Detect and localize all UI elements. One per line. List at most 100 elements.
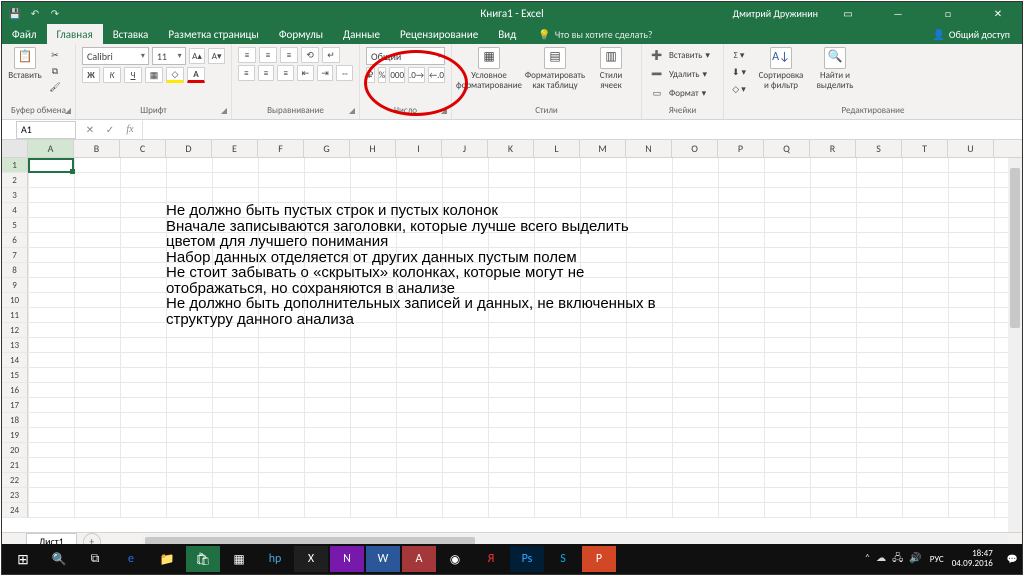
select-all-corner[interactable] [2,140,28,157]
column-header[interactable]: P [718,140,764,157]
ribbon-display-icon[interactable]: ▭ [828,2,868,24]
percent-format-icon[interactable]: % [378,67,387,83]
font-size-dropdown[interactable]: 11 [152,47,186,65]
align-bottom-icon[interactable]: ≡ [280,47,298,63]
wrap-text-icon[interactable]: ↵ [322,47,340,63]
tab-file[interactable]: Файл [2,24,47,44]
row-header[interactable]: 2 [2,173,28,188]
column-header[interactable]: F [258,140,304,157]
row-header[interactable]: 6 [2,233,28,248]
column-header[interactable]: L [534,140,580,157]
row-header[interactable]: 4 [2,203,28,218]
autosum-icon[interactable]: Σ ▾ [730,47,748,63]
paste-button[interactable]: 📋Вставить [8,47,42,81]
clear-icon[interactable]: ◇ ▾ [730,81,748,97]
formula-input[interactable] [142,121,1022,139]
user-name[interactable]: Дмитрий Дружинин [733,7,818,20]
comma-format-icon[interactable]: 000 [389,67,405,83]
italic-button[interactable]: К [103,67,121,83]
column-header[interactable]: B [74,140,120,157]
skype-icon[interactable]: S [546,546,580,572]
fill-icon[interactable]: ⬇ ▾ [730,64,748,80]
cell-styles-button[interactable]: ▥Стили ячеек [590,47,632,91]
fill-color-button[interactable]: ◇ [166,67,184,83]
maximize-button[interactable]: □ [928,2,968,24]
task-view-icon[interactable]: ⧉ [78,546,112,572]
column-header[interactable]: T [902,140,948,157]
row-header[interactable]: 12 [2,323,28,338]
increase-indent-icon[interactable]: ⇥ [317,65,334,81]
spreadsheet-grid[interactable]: ABCDEFGHIJKLMNOPQRSTU 123456789101112131… [2,140,1022,532]
increase-decimal-icon[interactable]: .0→ [408,67,425,83]
search-icon[interactable]: 🔍 [42,546,76,572]
conditional-formatting-button[interactable]: ▦Условное форматирование [458,47,520,91]
close-button[interactable]: ✕ [978,2,1018,24]
border-button[interactable]: ▦ [145,67,163,83]
row-header[interactable]: 24 [2,503,28,518]
tray-up-icon[interactable]: ˄ [865,551,870,568]
start-button[interactable]: ⊞ [6,546,40,572]
tab-page-layout[interactable]: Разметка страницы [158,24,269,44]
row-header[interactable]: 19 [2,428,28,443]
vertical-scrollbar[interactable] [1008,158,1022,532]
align-top-icon[interactable]: ≡ [238,47,256,63]
row-header[interactable]: 14 [2,353,28,368]
underline-button[interactable]: Ч [124,67,142,83]
tab-formulas[interactable]: Формулы [269,24,333,44]
fx-icon[interactable]: fx [120,124,140,135]
row-header[interactable]: 15 [2,368,28,383]
edge-icon[interactable]: e [114,546,148,572]
row-header[interactable]: 13 [2,338,28,353]
tab-insert[interactable]: Вставка [103,24,159,44]
row-header[interactable]: 10 [2,293,28,308]
column-header[interactable]: K [488,140,534,157]
delete-cells-icon[interactable]: ➖ [648,66,666,82]
row-header[interactable]: 8 [2,263,28,278]
column-header[interactable]: I [396,140,442,157]
yandex-icon[interactable]: Я [474,546,508,572]
column-header[interactable]: N [626,140,672,157]
active-cell[interactable] [28,158,74,173]
row-header[interactable]: 9 [2,278,28,293]
column-header[interactable]: R [810,140,856,157]
insert-cells-label[interactable]: Вставить [669,50,702,61]
share-button[interactable]: 👤 Общий доступ [920,24,1022,44]
align-right-icon[interactable]: ≡ [277,65,294,81]
taskbar-clock[interactable]: 18:47 04.09.2016 [952,549,999,569]
column-header[interactable]: C [120,140,166,157]
align-center-icon[interactable]: ≡ [258,65,275,81]
font-name-dropdown[interactable]: Calibri [82,47,149,65]
column-header[interactable]: A [28,140,74,157]
insert-cells-icon[interactable]: ➕ [648,47,666,63]
excel-icon[interactable]: X [294,546,328,572]
delete-cells-label[interactable]: Удалить [669,69,699,80]
minimize-button[interactable]: — [878,2,918,24]
row-header[interactable]: 16 [2,383,28,398]
action-center-icon[interactable]: 💬 [1007,554,1018,565]
tab-data[interactable]: Данные [333,24,390,44]
row-header[interactable]: 21 [2,458,28,473]
decrease-indent-icon[interactable]: ⇤ [297,65,314,81]
onenote-icon[interactable]: N [330,546,364,572]
format-cells-icon[interactable]: ▭ [648,85,666,101]
align-middle-icon[interactable]: ≡ [259,47,277,63]
column-header[interactable]: S [856,140,902,157]
increase-font-icon[interactable]: A▴ [189,48,206,64]
row-header[interactable]: 22 [2,473,28,488]
name-box[interactable]: A1 [16,121,76,139]
format-cells-label[interactable]: Формат [669,88,699,99]
format-painter-icon[interactable]: 🖌 [46,79,64,95]
onedrive-icon[interactable]: ☁ [876,551,886,568]
tab-review[interactable]: Рецензирование [390,24,488,44]
language-indicator[interactable]: РУС [930,554,944,565]
column-header[interactable]: E [212,140,258,157]
cut-icon[interactable]: ✂ [46,47,64,63]
chrome-icon[interactable]: ◉ [438,546,472,572]
row-header[interactable]: 18 [2,413,28,428]
photoshop-icon[interactable]: Ps [510,546,544,572]
row-header[interactable]: 7 [2,248,28,263]
tab-view[interactable]: Вид [488,24,526,44]
column-header[interactable]: D [166,140,212,157]
hp-icon[interactable]: hp [258,546,292,572]
column-header[interactable]: U [948,140,994,157]
